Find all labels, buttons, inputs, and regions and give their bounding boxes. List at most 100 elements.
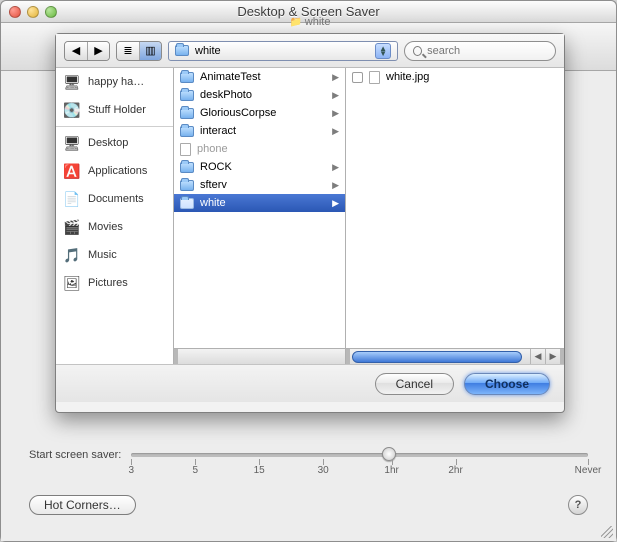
document-icon xyxy=(369,71,380,84)
view-list-button[interactable]: ≣ xyxy=(117,42,139,60)
sidebar-place-item[interactable]: 🎬 Movies xyxy=(56,213,173,241)
file-browser-sheet: 📁 white ◀ ▶ ≣ ▥ white ▲▼ 🖥happy ha…💽Stuf… xyxy=(55,33,565,413)
start-screen-saver-slider[interactable]: 3515301hr2hrNever xyxy=(131,453,588,457)
column-1-list[interactable]: AnimateTest▶deskPhoto▶GloriousCorpse▶int… xyxy=(174,68,345,348)
column-item-label: AnimateTest xyxy=(200,71,261,83)
column-item[interactable]: white.jpg xyxy=(346,68,564,86)
place-icon: 🎬 xyxy=(62,219,82,235)
folder-icon xyxy=(180,198,194,209)
volume-icon: 💽 xyxy=(62,102,82,118)
column-item-label: interact xyxy=(200,125,236,137)
search-field[interactable] xyxy=(404,41,556,61)
folder-icon xyxy=(180,108,194,119)
column-item-label: GloriousCorpse xyxy=(200,107,276,119)
slider-tick-label: 1hr xyxy=(384,465,398,476)
column-2-scrollbar[interactable]: ◀ ▶ xyxy=(346,348,564,364)
folder-icon xyxy=(180,72,194,83)
path-label: white xyxy=(195,45,221,57)
sidebar-item-label: Music xyxy=(88,249,117,261)
nav-back-forward: ◀ ▶ xyxy=(64,41,110,61)
column-item[interactable]: phone xyxy=(174,140,345,158)
chevron-right-icon: ▶ xyxy=(332,198,339,209)
document-proxy-title: 📁 white xyxy=(56,16,564,28)
column-item-label: white xyxy=(200,197,226,209)
sidebar-volume-item[interactable]: 💽 Stuff Holder xyxy=(56,96,173,124)
slider-label: Start screen saver: xyxy=(29,449,121,461)
path-popup[interactable]: white ▲▼ xyxy=(168,41,398,61)
column-item[interactable]: deskPhoto ▶ xyxy=(174,86,345,104)
help-button[interactable]: ? xyxy=(568,495,588,515)
place-icon: 🎵 xyxy=(62,247,82,263)
slider-tick-label: 15 xyxy=(254,465,265,476)
slider-tick-label: 3 xyxy=(129,465,135,476)
chevron-right-icon: ▶ xyxy=(332,108,339,119)
chevron-right-icon: ▶ xyxy=(332,162,339,173)
search-icon xyxy=(413,46,422,56)
sidebar-item-label: happy ha… xyxy=(88,76,144,88)
cancel-button[interactable]: Cancel xyxy=(375,373,454,395)
sidebar-item-label: Stuff Holder xyxy=(88,104,146,116)
column-item[interactable]: GloriousCorpse ▶ xyxy=(174,104,345,122)
column-item[interactable]: interact ▶ xyxy=(174,122,345,140)
column-item[interactable]: white ▶ xyxy=(174,194,345,212)
folder-icon xyxy=(175,45,189,56)
scroll-left-button[interactable]: ◀ xyxy=(530,349,545,364)
sidebar-item-label: Movies xyxy=(88,221,123,233)
sidebar-place-item[interactable]: 📄 Documents xyxy=(56,185,173,213)
column-item[interactable]: ROCK▶ xyxy=(174,158,345,176)
forward-button[interactable]: ▶ xyxy=(87,42,109,60)
search-input[interactable] xyxy=(427,45,547,57)
column-item-label: phone xyxy=(197,143,228,155)
slider-thumb[interactable] xyxy=(382,447,396,461)
slider-tick-label: Never xyxy=(575,465,602,476)
sidebar-item-label: Applications xyxy=(88,165,147,177)
column-1: AnimateTest▶deskPhoto▶GloriousCorpse▶int… xyxy=(174,68,346,364)
screen-saver-slider-row: Start screen saver: 3515301hr2hrNever xyxy=(29,449,588,461)
sheet-body: 🖥 happy ha… 💽 Stuff Holder 🖥 Desktop 🅰️ Applica… xyxy=(56,68,564,364)
sidebar-item-label: Desktop xyxy=(88,137,128,149)
sheet-footer: Cancel Choose xyxy=(56,364,564,402)
chevron-right-icon: ▶ xyxy=(332,126,339,137)
column-item[interactable]: AnimateTest ▶ xyxy=(174,68,345,86)
column-2-list[interactable]: white.jpg xyxy=(346,68,564,348)
sidebar-place-item[interactable]: 🖥 Desktop xyxy=(56,129,173,157)
folder-icon xyxy=(180,180,194,191)
place-icon: 🖥 xyxy=(62,135,82,151)
column-item-label: deskPhoto xyxy=(200,89,252,101)
sidebar-volume-item[interactable]: 🖥 happy ha… xyxy=(56,68,173,96)
choose-button[interactable]: Choose xyxy=(464,373,550,395)
slider-tick-label: 30 xyxy=(318,465,329,476)
sidebar-item-label: Pictures xyxy=(88,277,128,289)
sidebar-place-item[interactable]: 🅰️ Applications xyxy=(56,157,173,185)
column-item-label: sfterv xyxy=(200,179,227,191)
folder-icon xyxy=(180,126,194,137)
sidebar-item-label: Documents xyxy=(88,193,144,205)
place-icon: 🖼 xyxy=(62,275,82,291)
document-icon xyxy=(180,143,191,156)
sidebar: 🖥 happy ha… 💽 Stuff Holder 🖥 Desktop 🅰️ Applica… xyxy=(56,68,174,364)
volume-icon: 🖥 xyxy=(62,74,82,90)
chevron-right-icon: ▶ xyxy=(332,180,339,191)
column-1-scrollbar[interactable] xyxy=(174,348,345,364)
view-columns-button[interactable]: ▥ xyxy=(139,42,161,60)
sidebar-place-item[interactable]: 🖼 Pictures xyxy=(56,269,173,297)
preferences-window: Desktop & Screen Saver Start screen save… xyxy=(0,0,617,542)
sheet-toolbar: ◀ ▶ ≣ ▥ white ▲▼ xyxy=(56,34,564,68)
folder-icon xyxy=(180,90,194,101)
checkbox[interactable] xyxy=(352,72,363,83)
chevron-right-icon: ▶ xyxy=(332,90,339,101)
place-icon: 📄 xyxy=(62,191,82,207)
sidebar-place-item[interactable]: 🎵 Music xyxy=(56,241,173,269)
column-item-label: white.jpg xyxy=(386,71,429,83)
place-icon: 🅰️ xyxy=(62,163,82,179)
folder-icon xyxy=(180,162,194,173)
slider-tick-label: 5 xyxy=(192,465,198,476)
scroll-right-button[interactable]: ▶ xyxy=(545,349,560,364)
hot-corners-button[interactable]: Hot Corners… xyxy=(29,495,136,515)
popup-arrows-icon: ▲▼ xyxy=(375,43,391,59)
column-item[interactable]: sfterv ▶ xyxy=(174,176,345,194)
chevron-right-icon: ▶ xyxy=(332,72,339,83)
back-button[interactable]: ◀ xyxy=(65,42,87,60)
resize-handle[interactable] xyxy=(601,526,613,538)
column-2: white.jpg ◀ ▶ xyxy=(346,68,564,364)
